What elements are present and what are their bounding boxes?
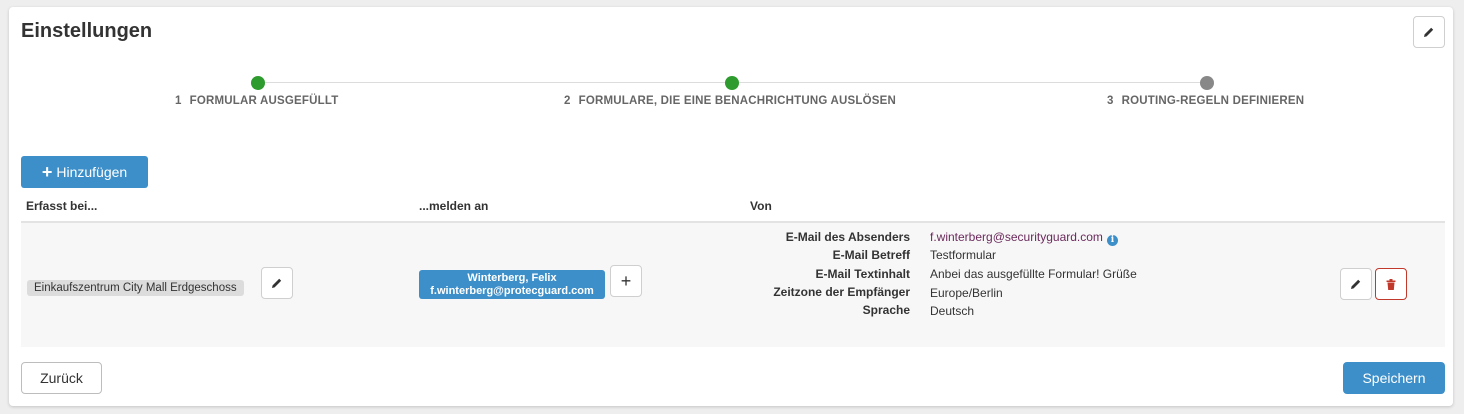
step-3-label[interactable]: 3 ROUTING-REGELN DEFINIEREN [1107, 95, 1304, 107]
page-title: Einstellungen [21, 20, 153, 42]
location-tag: Einkaufszentrum City Mall Erdgeschoss [27, 280, 244, 296]
save-button[interactable]: Speichern [1343, 362, 1445, 394]
pencil-icon [1424, 27, 1434, 37]
step-text: FORMULAR AUSGEFÜLLT [189, 95, 339, 107]
step-1-indicator [251, 76, 265, 90]
back-button[interactable]: Zurück [21, 362, 102, 394]
recipient-tag[interactable]: Winterberg, Felix f.winterberg@protecgua… [419, 270, 605, 299]
step-2-label[interactable]: 2 FORMULARE, DIE EINE BENACHRICHTUNG AUSL… [564, 95, 896, 107]
add-recipient-button[interactable]: + [610, 265, 642, 297]
column-header-notify-to: ...melden an [419, 199, 489, 213]
recipient-email: f.winterberg@protecguard.com [430, 284, 594, 297]
step-number: 2 [564, 95, 571, 107]
step-connector [732, 82, 1207, 83]
settings-card: Einstellungen 1 FORMULAR AUSGEFÜLLT 2 FORM… [9, 7, 1453, 406]
language-label: Sprache [862, 303, 910, 317]
email-body-label: E-Mail Textinhalt [815, 267, 910, 281]
delete-row-button[interactable] [1375, 268, 1407, 300]
step-3-indicator [1200, 76, 1214, 90]
language-value: Deutsch [930, 304, 975, 318]
step-connector [258, 82, 732, 83]
edit-row-button[interactable] [1340, 268, 1372, 300]
recipient-name: Winterberg, Felix [467, 271, 557, 284]
recipient-timezone-value: Europe/Berlin [930, 286, 1003, 300]
step-text: FORMULARE, DIE EINE BENACHRICHTUNG AUSLÖ… [578, 95, 897, 107]
step-number: 1 [175, 95, 182, 107]
pencil-icon [1351, 279, 1361, 289]
email-subject-label: E-Mail Betreff [832, 248, 910, 262]
add-button-label: Hinzufügen [56, 164, 128, 180]
sender-email-label: E-Mail des Absenders [785, 230, 910, 244]
plus-icon: + [41, 162, 53, 182]
pencil-icon [272, 278, 282, 288]
email-subject-value: Testformular [930, 248, 997, 262]
trash-icon [1386, 278, 1396, 290]
sender-email-text: f.winterberg@securityguard.com [930, 230, 1103, 244]
edit-settings-button[interactable] [1413, 16, 1445, 48]
step-text: ROUTING-REGELN DEFINIEREN [1121, 95, 1305, 107]
step-1-label[interactable]: 1 FORMULAR AUSGEFÜLLT [175, 95, 338, 107]
column-header-from: Von [750, 199, 772, 213]
recipient-timezone-label: Zeitzone der Empfänger [773, 285, 910, 299]
step-number: 3 [1107, 95, 1114, 107]
sender-email-value: f.winterberg@securityguard.com i [930, 230, 1118, 246]
plus-icon: + [620, 270, 632, 291]
step-2-indicator [725, 76, 739, 90]
edit-location-button[interactable] [261, 267, 293, 299]
column-header-captured-at: Erfasst bei... [26, 199, 98, 213]
email-body-value: Anbei das ausgefüllte Formular! Grüße [930, 267, 1137, 281]
info-icon[interactable]: i [1106, 235, 1118, 246]
add-button[interactable]: + Hinzufügen [21, 156, 148, 188]
